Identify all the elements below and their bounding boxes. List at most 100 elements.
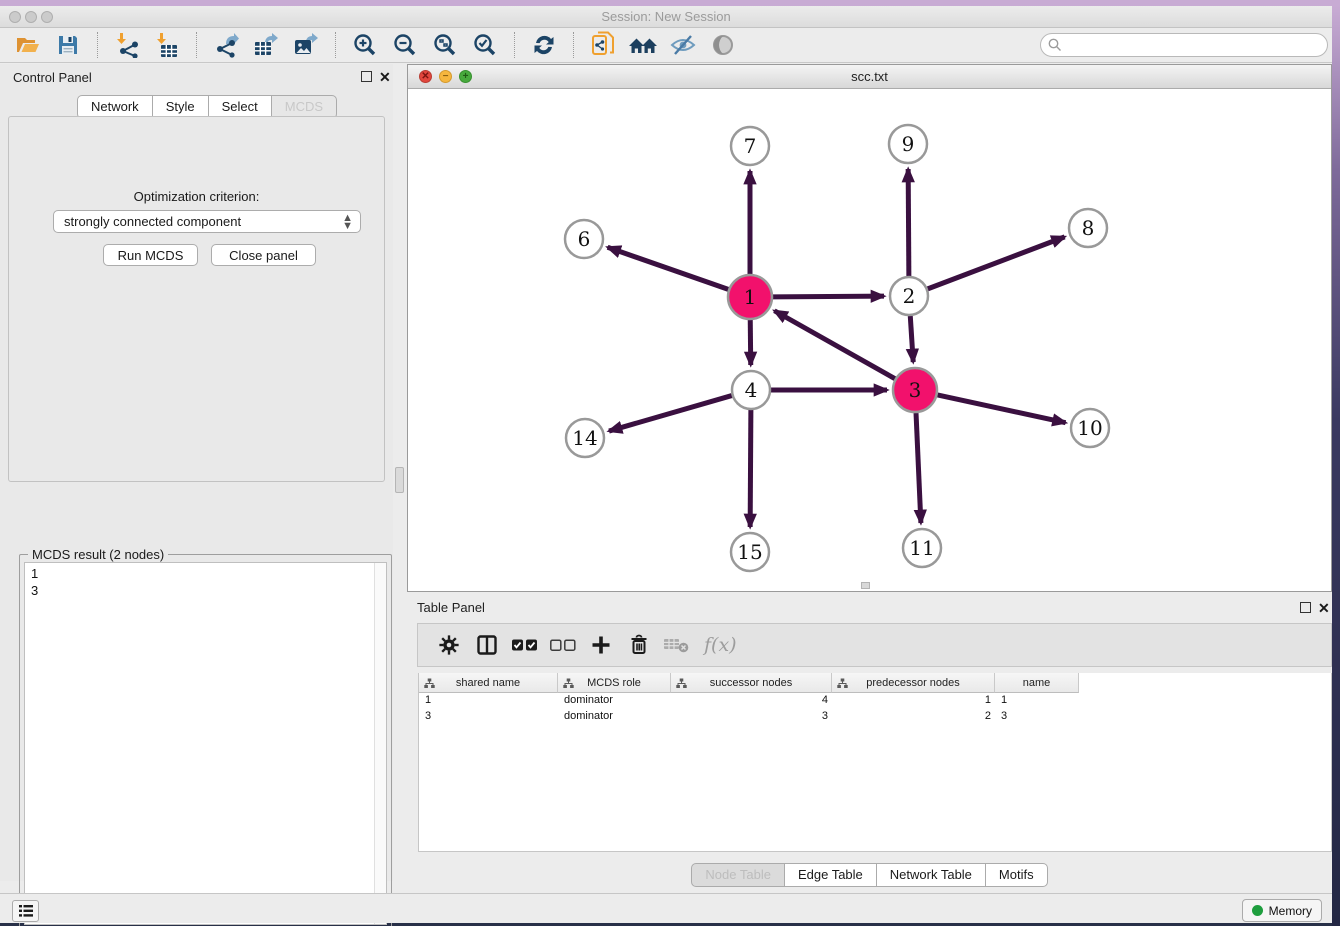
column-header-label: name [1023, 677, 1051, 689]
trash-icon[interactable] [621, 629, 657, 661]
table-cell[interactable]: 3 [671, 709, 832, 725]
graph-node-4[interactable]: 4 [732, 371, 770, 409]
memory-button[interactable]: Memory [1242, 899, 1322, 922]
graph-node-3[interactable]: 3 [893, 368, 937, 412]
graph-edge-2-9[interactable] [908, 169, 909, 276]
network-canvas[interactable]: 7 9 6 8 1 2 4 3 14 10 15 11 [408, 89, 1331, 591]
table-cell[interactable]: 1 [995, 693, 1079, 709]
refresh-layout-icon[interactable] [528, 30, 560, 60]
zoom-selected-icon[interactable] [469, 30, 501, 60]
show-eye-icon[interactable] [707, 30, 739, 60]
svg-text:4: 4 [745, 378, 758, 402]
svg-text:7: 7 [744, 134, 757, 158]
graph-node-1[interactable]: 1 [728, 275, 772, 319]
console-button[interactable] [12, 900, 39, 922]
column-header-label: predecessor nodes [866, 677, 960, 689]
hide-eye-icon[interactable] [667, 30, 699, 60]
toolbar-separator [335, 32, 336, 58]
close-panel-button[interactable]: Close panel [211, 244, 316, 266]
column-header-shared-name[interactable]: shared name [419, 673, 558, 693]
table-cell[interactable]: 3 [995, 709, 1079, 725]
graph-edge-2-8[interactable] [928, 237, 1065, 289]
table-cell[interactable]: 1 [832, 693, 995, 709]
column-type-icon [424, 678, 435, 689]
graph-edge-1-6[interactable] [608, 247, 729, 289]
mcds-result-title: MCDS result (2 nodes) [28, 547, 168, 562]
table-row[interactable]: 1dominator411 [419, 693, 1079, 709]
graph-node-8[interactable]: 8 [1069, 209, 1107, 247]
network-resize-handle[interactable] [861, 582, 870, 589]
tab-edge-table[interactable]: Edge Table [784, 863, 877, 887]
tab-motifs[interactable]: Motifs [985, 863, 1048, 887]
graph-edge-3-11[interactable] [916, 413, 921, 523]
svg-text:1: 1 [744, 285, 757, 309]
table-cell[interactable]: 4 [671, 693, 832, 709]
import-network-icon[interactable] [111, 30, 143, 60]
export-network-icon[interactable] [210, 30, 242, 60]
float-table-panel-icon[interactable] [1300, 602, 1311, 613]
graph-edge-3-1[interactable] [774, 311, 895, 379]
import-table-icon[interactable] [151, 30, 183, 60]
graph-edge-2-3[interactable] [910, 316, 913, 362]
column-header-predecessor-nodes[interactable]: predecessor nodes [832, 673, 995, 693]
home-icon[interactable] [627, 30, 659, 60]
deselect-all-icon[interactable] [545, 629, 581, 661]
table-cell[interactable]: 2 [832, 709, 995, 725]
zoom-out-icon[interactable] [389, 30, 421, 60]
search-input[interactable] [1040, 33, 1328, 57]
clone-network-icon[interactable] [587, 30, 619, 60]
search-icon [1048, 38, 1062, 52]
add-row-icon[interactable] [583, 629, 619, 661]
run-mcds-button[interactable]: Run MCDS [103, 244, 198, 266]
mcds-result-textarea[interactable]: 13 [24, 562, 387, 925]
svg-text:9: 9 [902, 132, 915, 156]
mcds-result-groupbox: MCDS result (2 nodes) 13 [19, 554, 392, 926]
graph-edge-3-10[interactable] [937, 395, 1065, 423]
graph-edge-1-2[interactable] [773, 296, 884, 297]
table-cell[interactable]: dominator [558, 709, 671, 725]
graph-node-9[interactable]: 9 [889, 125, 927, 163]
graph-edge-4-14[interactable] [609, 396, 732, 432]
graph-node-6[interactable]: 6 [565, 220, 603, 258]
column-header-name[interactable]: name [995, 673, 1079, 693]
close-panel-icon[interactable]: ✕ [379, 69, 391, 86]
close-table-panel-icon[interactable]: ✕ [1318, 600, 1330, 617]
column-header-MCDS-role[interactable]: MCDS role [558, 673, 671, 693]
control-panel-header: Control Panel ✕ [0, 68, 393, 88]
table-cell[interactable]: dominator [558, 693, 671, 709]
column-header-successor-nodes[interactable]: successor nodes [671, 673, 832, 693]
tab-node-table[interactable]: Node Table [691, 863, 785, 887]
open-session-icon[interactable] [12, 30, 44, 60]
split-columns-icon[interactable] [469, 629, 505, 661]
optimization-criterion-value: strongly connected component [64, 214, 241, 229]
zoom-fit-icon[interactable] [429, 30, 461, 60]
function-builder-icon[interactable]: f(x) [704, 634, 737, 656]
graph-node-15[interactable]: 15 [731, 533, 769, 571]
graph-node-14[interactable]: 14 [566, 419, 604, 457]
window-titlebar: Session: New Session [0, 6, 1332, 28]
table-row[interactable]: 3dominator323 [419, 709, 1079, 725]
tab-network-table[interactable]: Network Table [876, 863, 986, 887]
delete-table-icon[interactable] [659, 629, 695, 661]
select-all-icon[interactable] [507, 629, 543, 661]
export-table-icon[interactable] [250, 30, 282, 60]
table-cell[interactable]: 1 [419, 693, 558, 709]
export-image-icon[interactable] [290, 30, 322, 60]
float-panel-icon[interactable] [361, 71, 372, 82]
mcds-tab-content: Optimization criterion: strongly connect… [8, 116, 385, 482]
graph-node-7[interactable]: 7 [731, 127, 769, 165]
graph-node-2[interactable]: 2 [890, 277, 928, 315]
result-scrollbar[interactable] [374, 563, 386, 924]
panel-splitter-grip[interactable] [395, 467, 404, 493]
table-cell[interactable]: 3 [419, 709, 558, 725]
zoom-in-icon[interactable] [349, 30, 381, 60]
graph-node-11[interactable]: 11 [903, 529, 941, 567]
save-session-icon[interactable] [52, 30, 84, 60]
gear-icon[interactable] [431, 629, 467, 661]
network-window-titlebar[interactable]: ✕ − + scc.txt [408, 65, 1331, 89]
optimization-criterion-select[interactable]: strongly connected component ▲▼ [53, 210, 361, 233]
network-graph[interactable]: 7 9 6 8 1 2 4 3 14 10 15 11 [408, 89, 1331, 591]
graph-node-10[interactable]: 10 [1071, 409, 1109, 447]
table-toolbar: f(x) [417, 623, 1332, 667]
graph-edge-4-15[interactable] [750, 410, 751, 527]
